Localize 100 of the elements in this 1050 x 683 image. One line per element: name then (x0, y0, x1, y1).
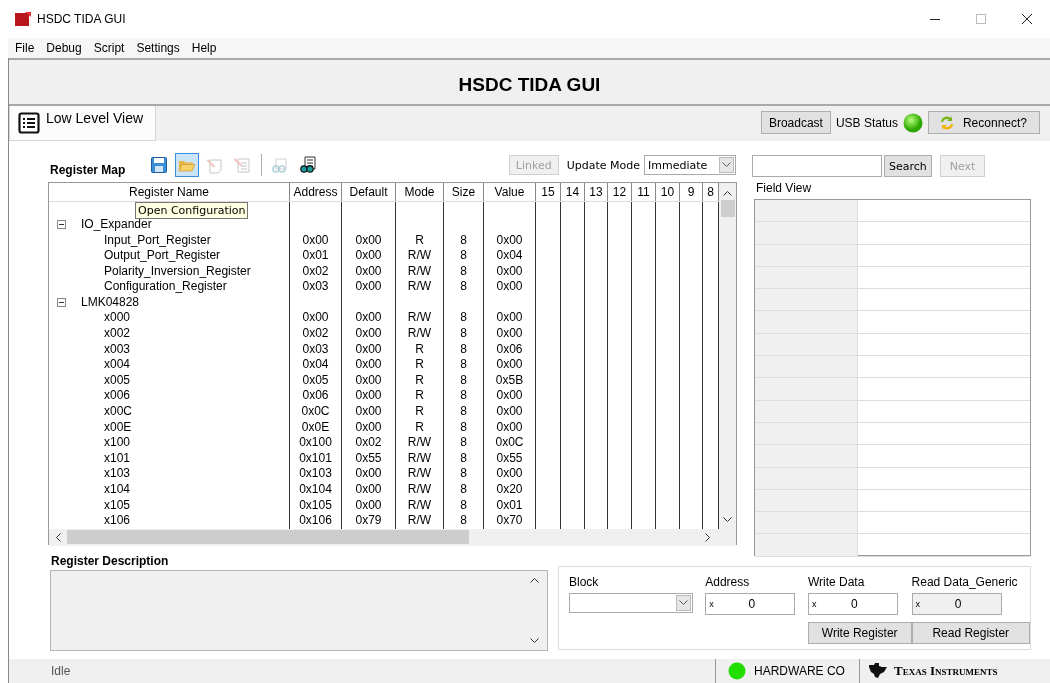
scroll-down-icon[interactable] (723, 516, 732, 523)
register-name[interactable]: Input_Port_Register (49, 232, 290, 249)
register-name[interactable]: x002 (49, 326, 290, 342)
scroll-down-icon[interactable] (530, 638, 539, 644)
table-cell: 0x00 (342, 263, 396, 280)
register-name[interactable]: x006 (49, 388, 290, 405)
logo-text: Texas Instruments (894, 663, 998, 679)
column-header[interactable]: 14 (561, 182, 585, 201)
scroll-up-icon[interactable] (723, 189, 732, 196)
table-cell: 0x00 (342, 482, 396, 498)
tree-group-label[interactable]: LMK04828 (81, 294, 140, 311)
tree-group-label[interactable]: IO_Expander (81, 216, 152, 233)
table-cell: 0x00 (342, 279, 396, 295)
register-name[interactable]: x105 (49, 497, 290, 514)
table-cell: 0x00 (342, 372, 396, 389)
broadcast-button[interactable]: Broadcast (760, 111, 831, 134)
search-button[interactable]: Search (884, 155, 932, 177)
refresh-arrows-icon (938, 114, 955, 131)
register-name[interactable]: x103 (49, 466, 290, 482)
table-cell: 0x00 (342, 497, 396, 514)
register-name[interactable]: Polarity_Inversion_Register (49, 263, 290, 280)
horizontal-scrollbar[interactable] (49, 528, 736, 546)
register-name[interactable]: x100 (49, 435, 290, 451)
column-header[interactable]: Size (444, 182, 484, 201)
usb-status-label: USB Status (835, 115, 898, 130)
column-header[interactable]: 10 (656, 182, 680, 201)
table-cell: 8 (444, 263, 484, 280)
menu-item[interactable]: Script (86, 41, 130, 55)
menu-item[interactable]: Settings (129, 41, 185, 55)
column-header[interactable]: 9 (680, 182, 703, 201)
table-cell: 0x00 (484, 326, 536, 342)
register-name[interactable]: x101 (49, 450, 290, 467)
scroll-right-icon[interactable] (705, 532, 711, 542)
tab[interactable]: Low Level View (9, 106, 157, 141)
table-cell: 0x55 (342, 450, 396, 467)
column-header[interactable]: 15 (536, 182, 561, 201)
column-header[interactable]: 11 (632, 182, 656, 201)
table-cell: 8 (444, 419, 484, 436)
table-cell: 0x00 (342, 248, 396, 264)
table-cell: 0x00 (342, 341, 396, 358)
register-name[interactable]: x004 (49, 357, 290, 373)
register-name[interactable]: Output_Port_Register (49, 248, 290, 264)
vertical-scrollbar[interactable] (719, 182, 736, 529)
collapse-icon[interactable] (57, 220, 66, 230)
address-field[interactable]: x 0 (705, 593, 796, 615)
update-mode-label: Update Mode (566, 158, 640, 172)
table-cell: 8 (444, 248, 484, 264)
search-field[interactable] (752, 155, 882, 177)
column-header[interactable]: 12 (608, 182, 632, 201)
column-header[interactable]: Mode (396, 182, 444, 201)
table-cell: 0x00 (342, 404, 396, 420)
menu-item[interactable]: Debug (39, 41, 87, 55)
register-name[interactable]: x000 (49, 310, 290, 327)
table-cell: 0x00 (342, 232, 396, 249)
close-icon[interactable] (1021, 13, 1033, 25)
write-data-label: Write Data (807, 575, 866, 591)
table-cell: R/W (396, 513, 444, 529)
column-header[interactable]: Value (484, 182, 536, 201)
register-name[interactable]: x003 (49, 341, 290, 358)
column-header[interactable]: Address (290, 182, 342, 201)
scroll-left-icon[interactable] (55, 532, 61, 542)
table-cell: 0x00 (484, 388, 536, 405)
column-header[interactable]: Default (342, 182, 396, 201)
table-cell: 8 (444, 404, 484, 420)
write-data-field[interactable]: x 0 (807, 593, 898, 615)
register-name[interactable]: Configuration_Register (49, 279, 290, 295)
block-label: Block (569, 575, 600, 591)
table-cell: 0x00 (484, 263, 536, 280)
collapse-icon[interactable] (57, 298, 66, 308)
column-header[interactable]: 13 (585, 182, 608, 201)
table-cell: R/W (396, 466, 444, 482)
update-mode-dropdown[interactable]: Immediate (644, 155, 736, 176)
table-cell: 0x55 (484, 450, 536, 467)
table-cell: R (396, 372, 444, 389)
column-header[interactable]: Register Name (49, 182, 290, 201)
table-cell: 0x00 (290, 310, 342, 327)
folder-icon[interactable] (175, 153, 200, 178)
write-register-button[interactable]: Write Register (807, 622, 912, 644)
table-cell: 0x0C (484, 435, 536, 451)
list-icon (18, 112, 40, 134)
table-cell: 0x105 (290, 497, 342, 514)
register-name[interactable]: x005 (49, 372, 290, 389)
scroll-thumb[interactable] (67, 530, 469, 545)
table-cell: 0x103 (290, 466, 342, 482)
table-cell: R/W (396, 279, 444, 295)
scroll-up-icon[interactable] (530, 576, 539, 583)
menu-item[interactable]: File (8, 41, 40, 55)
read-register-button[interactable]: Read Register (911, 622, 1030, 644)
table-cell: 0x104 (290, 482, 342, 498)
table-cell: 0x05 (290, 372, 342, 389)
register-name[interactable]: x106 (49, 513, 290, 529)
register-name[interactable]: x00C (49, 404, 290, 420)
register-name[interactable]: x00E (49, 419, 290, 436)
scroll-thumb[interactable] (720, 199, 735, 217)
app-header-title: HSDC TIDA GUI (458, 73, 601, 96)
chevron-down-icon (722, 162, 731, 169)
reconnect-button[interactable]: Reconnect? (927, 111, 1040, 134)
menu-item[interactable]: Help (184, 41, 222, 55)
register-name[interactable]: x104 (49, 482, 290, 498)
table-cell: 0x00 (484, 279, 536, 295)
